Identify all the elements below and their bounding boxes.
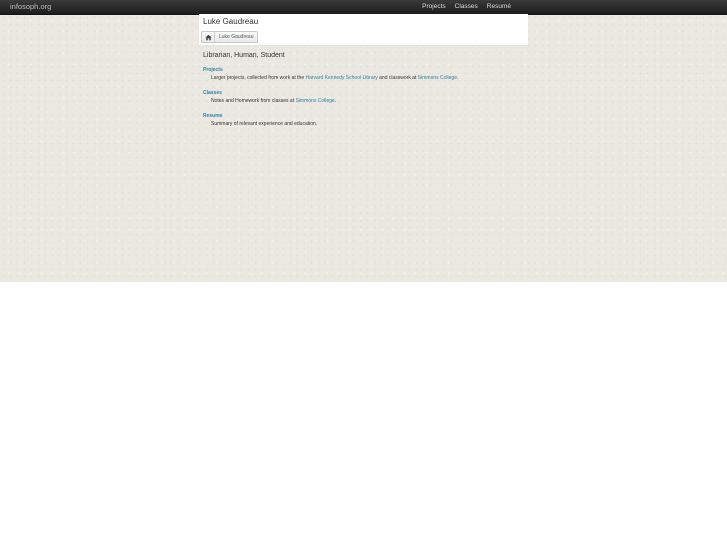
nav-resume[interactable]: Resumé xyxy=(487,1,511,13)
projects-description: Larger projects, collected from work at … xyxy=(211,75,523,82)
desc-text: and classwork at xyxy=(377,75,418,81)
tagline: Librarian, Human, Student xyxy=(203,52,285,59)
classes-heading-link[interactable]: Classes xyxy=(203,90,523,96)
main-content: Librarian, Human, Student Projects Large… xyxy=(203,52,523,136)
brand-link[interactable]: infosoph.org xyxy=(10,1,51,13)
resume-description: Summary of relevant experience and educa… xyxy=(211,121,523,128)
simmons-college-link[interactable]: Simmons College xyxy=(418,75,457,81)
nav-projects[interactable]: Projects xyxy=(422,1,445,13)
section-classes: Classes Notes and Homework from classes … xyxy=(203,90,523,105)
nav-classes[interactable]: Classes xyxy=(455,1,478,13)
section-projects: Projects Larger projects, collected from… xyxy=(203,67,523,82)
harvard-library-link[interactable]: Harvard Kennedy School Library xyxy=(306,75,378,81)
page-title: Luke Gaudreau xyxy=(203,17,259,26)
projects-heading-link[interactable]: Projects xyxy=(203,67,523,73)
simmons-college-link[interactable]: Simmons College xyxy=(295,98,334,104)
page-header: Luke Gaudreau Luke Gaudreau xyxy=(199,14,528,45)
home-icon xyxy=(204,34,212,40)
breadcrumb: Luke Gaudreau xyxy=(201,31,259,43)
section-resume: Resume Summary of relevant experience an… xyxy=(203,113,523,128)
desc-text: Larger projects, collected from work at … xyxy=(211,75,306,81)
desc-text: . xyxy=(334,98,337,104)
breadcrumb-home[interactable] xyxy=(202,32,215,42)
desc-text: . xyxy=(456,75,459,81)
classes-description: Notes and Homework from classes at Simmo… xyxy=(211,98,523,105)
main-nav: Projects Classes Resumé xyxy=(422,1,511,13)
breadcrumb-current[interactable]: Luke Gaudreau xyxy=(215,32,257,42)
top-navbar: infosoph.org Projects Classes Resumé xyxy=(0,0,727,15)
desc-text: Summary of relevant experience and educa… xyxy=(211,121,318,127)
resume-heading-link[interactable]: Resume xyxy=(203,113,523,119)
desc-text: Notes and Homework from classes at xyxy=(211,98,296,104)
